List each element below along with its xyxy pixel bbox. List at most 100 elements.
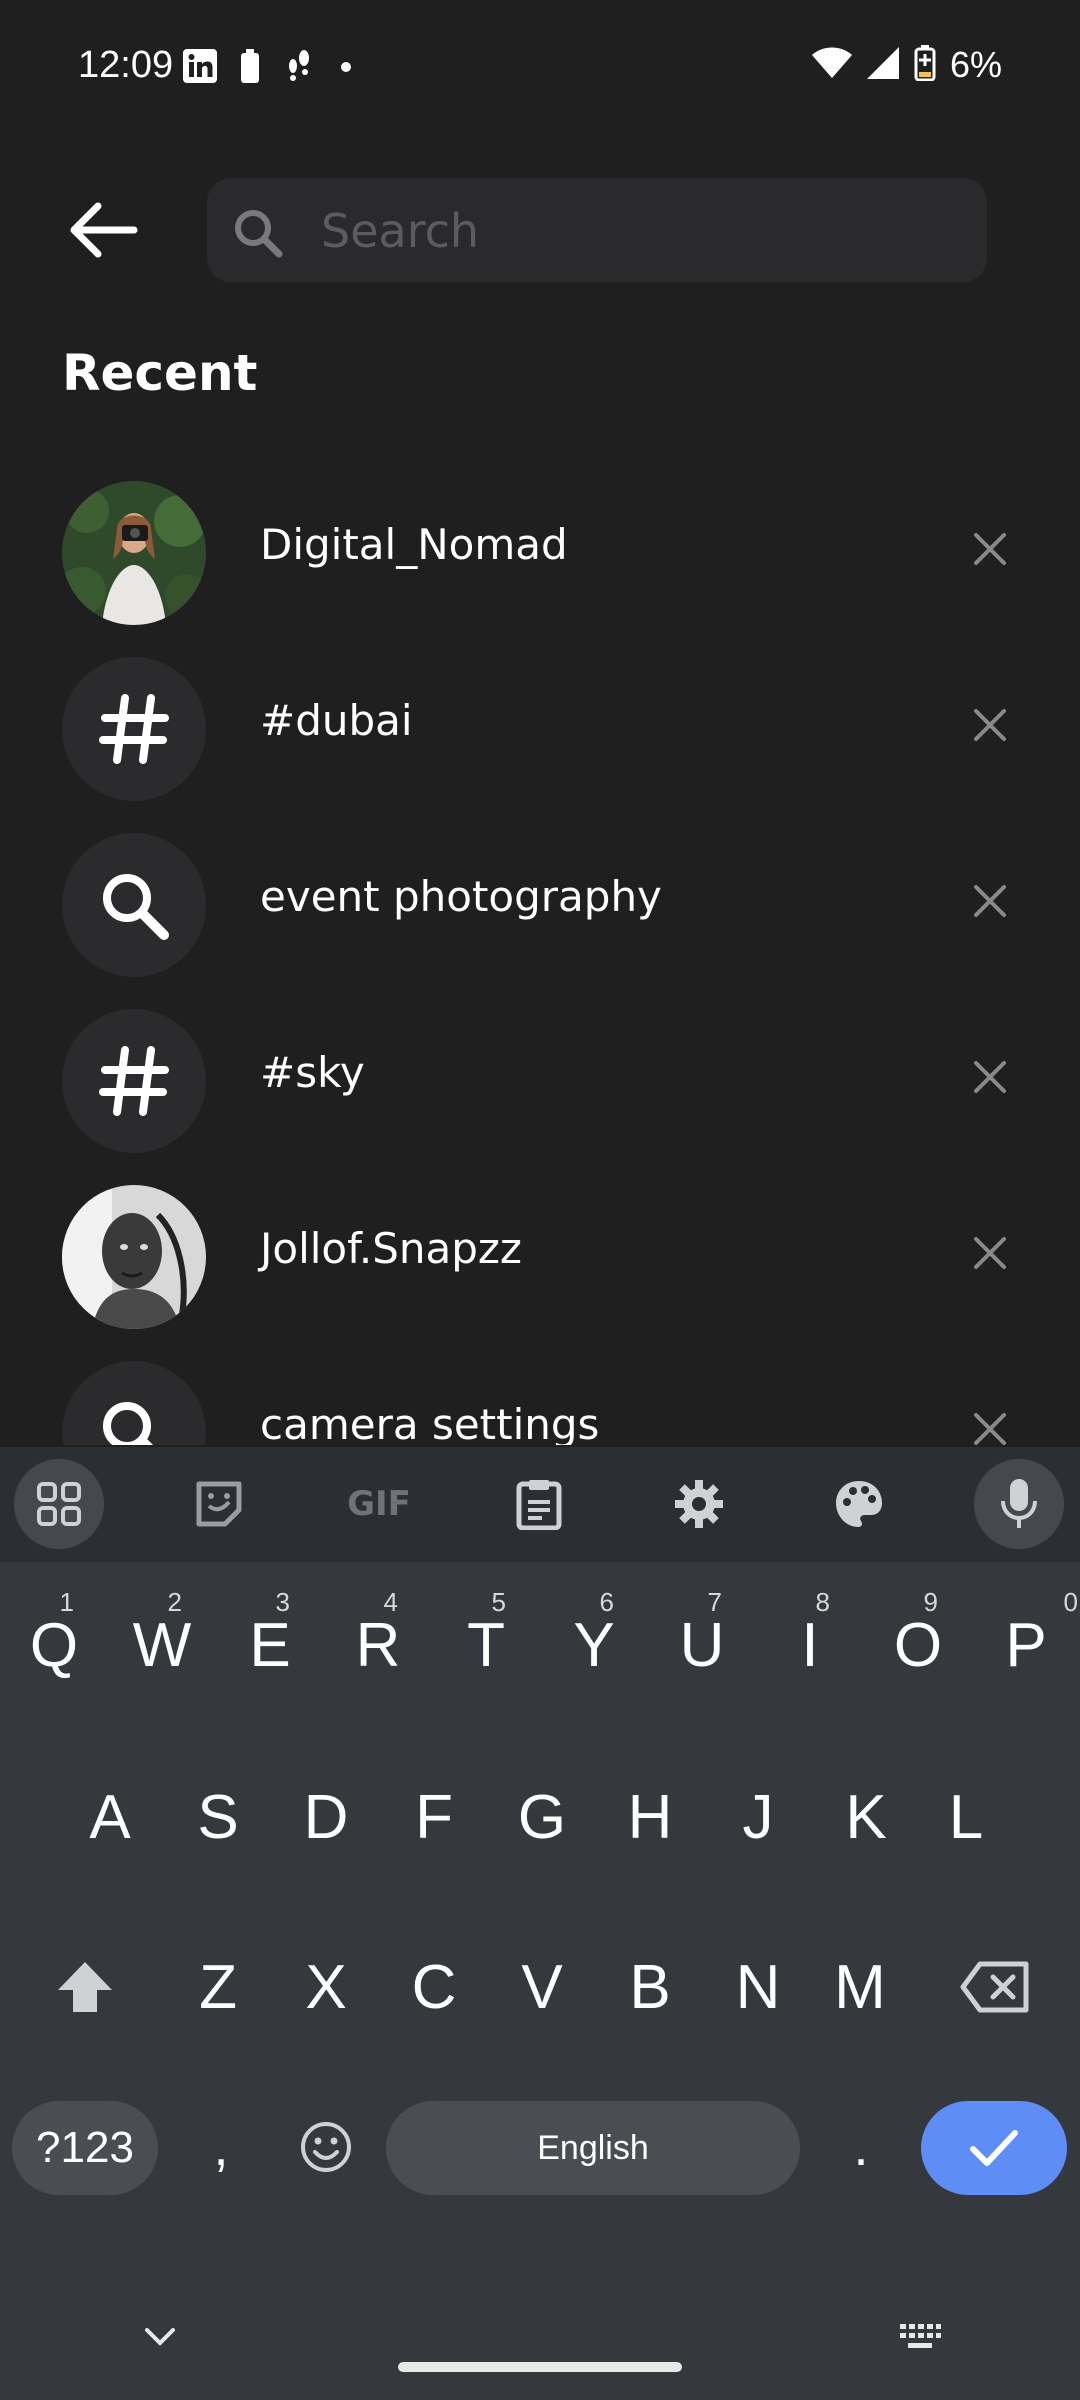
gif-button[interactable]: GIF: [334, 1459, 424, 1549]
key-d[interactable]: D: [272, 1742, 380, 1892]
close-icon: [974, 885, 1006, 917]
key-label: X: [305, 1952, 347, 2022]
key-label: J: [742, 1782, 774, 1852]
period-key[interactable]: .: [816, 2097, 906, 2197]
avatar: [62, 481, 206, 625]
key-o[interactable]: O9: [864, 1575, 972, 1715]
microphone-icon: [1001, 1479, 1037, 1528]
remove-recent-button[interactable]: [964, 1051, 1016, 1103]
backspace-key[interactable]: [930, 1912, 1060, 2062]
settings-button[interactable]: [654, 1459, 744, 1549]
key-n[interactable]: N: [704, 1912, 812, 2062]
key-u[interactable]: U7: [648, 1575, 756, 1715]
key-label: Q: [29, 1610, 79, 1680]
gesture-nav-handle[interactable]: [398, 2362, 682, 2372]
key-hint: 2: [167, 1587, 182, 1617]
key-label: N: [735, 1952, 781, 2022]
key-label: M: [834, 1952, 886, 2022]
remove-recent-button[interactable]: [964, 523, 1016, 575]
key-g[interactable]: G: [488, 1742, 596, 1892]
check-icon: [970, 2130, 1018, 2166]
close-icon: [974, 1061, 1006, 1093]
key-hint: 1: [59, 1587, 74, 1617]
key-c[interactable]: C: [380, 1912, 488, 2062]
keyboard-toolbar: GIF: [0, 1447, 1080, 1562]
symbols-key[interactable]: ?123: [12, 2101, 158, 2195]
key-s[interactable]: S: [164, 1742, 272, 1892]
close-icon: [974, 709, 1006, 741]
key-x[interactable]: X: [272, 1912, 380, 2062]
wifi-icon: [811, 47, 852, 84]
key-a[interactable]: A: [56, 1742, 164, 1892]
recent-item[interactable]: Digital_Nomad: [0, 470, 1080, 646]
enter-key[interactable]: [921, 2101, 1067, 2195]
hashtag-icon: [62, 657, 206, 801]
key-k[interactable]: K: [812, 1742, 920, 1892]
key-label: English: [537, 2128, 649, 2167]
remove-recent-button[interactable]: [964, 875, 1016, 927]
key-e[interactable]: E3: [216, 1575, 324, 1715]
key-w[interactable]: W2: [108, 1575, 216, 1715]
theme-button[interactable]: [814, 1459, 904, 1549]
key-b[interactable]: B: [596, 1912, 704, 2062]
key-r[interactable]: R4: [324, 1575, 432, 1715]
keyboard-switch-button[interactable]: [890, 2307, 950, 2367]
apps-grid-button[interactable]: [14, 1459, 104, 1549]
key-i[interactable]: I8: [756, 1575, 864, 1715]
recent-heading: Recent: [62, 344, 258, 402]
back-arrow-icon: [70, 202, 138, 258]
linkedin-icon: [182, 48, 218, 89]
key-label: T: [467, 1610, 505, 1680]
key-label: O: [893, 1610, 943, 1680]
key-m[interactable]: M: [806, 1912, 914, 2062]
key-v[interactable]: V: [488, 1912, 596, 2062]
key-j[interactable]: J: [704, 1742, 812, 1892]
key-q[interactable]: Q1: [0, 1575, 108, 1715]
search-box[interactable]: [207, 178, 987, 284]
key-y[interactable]: Y6: [540, 1575, 648, 1715]
key-l[interactable]: L: [912, 1742, 1020, 1892]
key-p[interactable]: P0: [972, 1575, 1080, 1715]
hide-keyboard-button[interactable]: [130, 2307, 190, 2367]
footsteps-icon: [282, 48, 318, 89]
key-f[interactable]: F: [380, 1742, 488, 1892]
recent-item[interactable]: Jollof.Snapzz: [0, 1174, 1080, 1350]
battery-notification-icon: [240, 49, 260, 88]
key-t[interactable]: T5: [432, 1575, 540, 1715]
battery-icon: [914, 44, 936, 86]
clipboard-button[interactable]: [494, 1459, 584, 1549]
key-label: E: [249, 1610, 291, 1680]
keyboard-icon: [900, 2324, 941, 2348]
sticker-button[interactable]: [174, 1459, 264, 1549]
comma-key[interactable]: ,: [176, 2097, 266, 2197]
remove-recent-button[interactable]: [964, 1403, 1016, 1445]
close-icon: [974, 1237, 1006, 1269]
back-button[interactable]: [58, 195, 148, 265]
recent-item-label: event photography: [260, 872, 662, 921]
remove-recent-button[interactable]: [964, 699, 1016, 751]
recent-item[interactable]: event photography: [0, 822, 1080, 998]
recent-item[interactable]: #dubai: [0, 646, 1080, 822]
status-bar: 12:09 6%: [0, 0, 1080, 130]
battery-percent: 6%: [949, 44, 1002, 85]
emoji-key[interactable]: [278, 2097, 374, 2197]
status-time: 12:09: [78, 44, 174, 86]
key-label: P: [1005, 1610, 1047, 1680]
avatar: [62, 1185, 206, 1329]
key-z[interactable]: Z: [164, 1912, 272, 2062]
voice-input-button[interactable]: [974, 1459, 1064, 1549]
recent-item[interactable]: #sky: [0, 998, 1080, 1174]
backspace-icon: [960, 1961, 1029, 2013]
key-h[interactable]: H: [596, 1742, 704, 1892]
key-label: F: [415, 1782, 453, 1852]
recent-item[interactable]: camera settings: [0, 1350, 1080, 1445]
space-key[interactable]: English: [386, 2101, 800, 2195]
key-label: K: [845, 1782, 887, 1852]
recent-item-label: Digital_Nomad: [260, 520, 568, 569]
shift-key[interactable]: [20, 1912, 150, 2062]
remove-recent-button[interactable]: [964, 1227, 1016, 1279]
recent-item-label: camera settings: [260, 1400, 600, 1445]
key-label: B: [629, 1952, 671, 2022]
notification-icons: [182, 48, 352, 89]
search-input[interactable]: [319, 178, 963, 284]
